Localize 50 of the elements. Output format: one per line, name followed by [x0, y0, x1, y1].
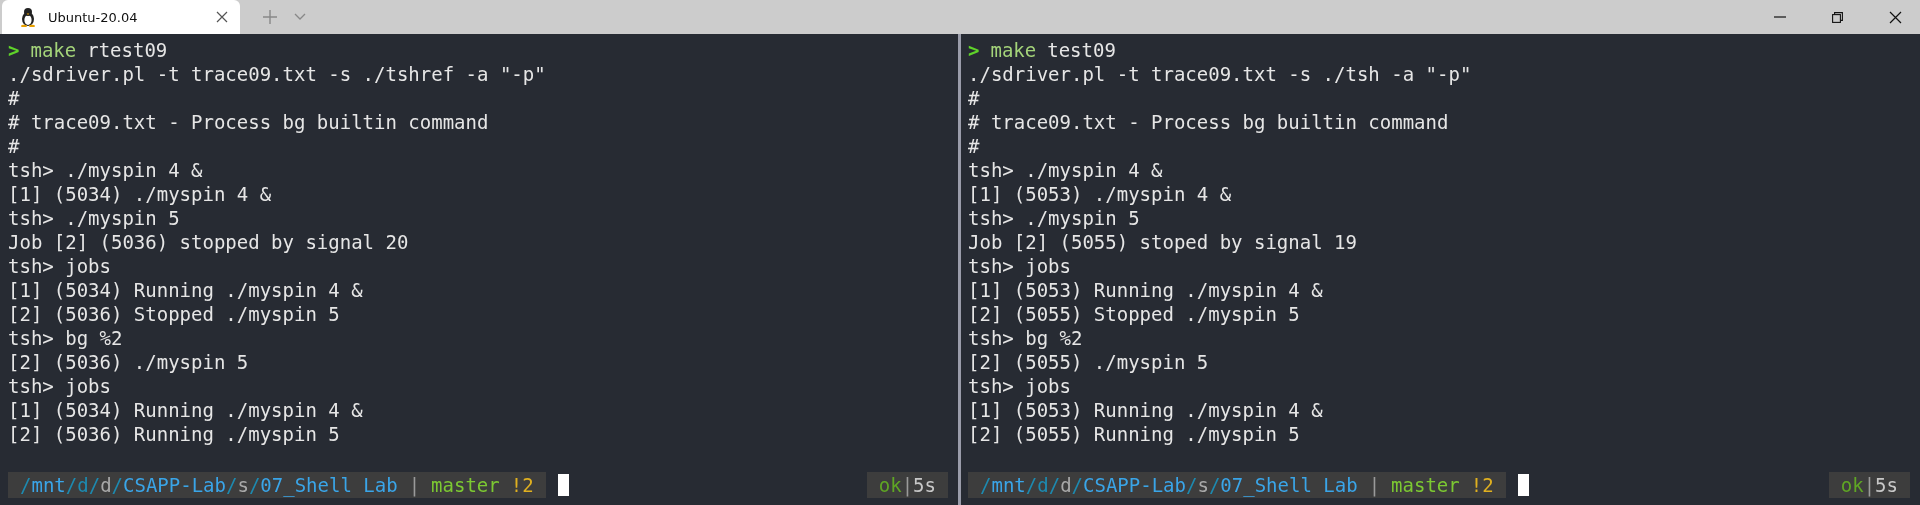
output-line: [2] (5055) Stopped ./myspin 5	[968, 302, 1300, 326]
output-line: ./sdriver.pl -t trace09.txt -s ./tsh -a "-p"	[968, 62, 1472, 86]
output-line: tsh> ./myspin 5	[8, 206, 180, 230]
output-line: [2] (5055) ./myspin 5	[968, 350, 1209, 374]
output-line: tsh> jobs	[8, 374, 111, 398]
output-line: tsh> ./myspin 4 &	[968, 158, 1163, 182]
prompt-status-segment: ok|5s	[1828, 472, 1910, 498]
close-icon[interactable]	[1889, 10, 1902, 24]
tab-title: Ubuntu-20.04	[48, 9, 139, 25]
prompt-status-segment: ok|5s	[866, 472, 948, 498]
prompt-arrow: >	[8, 38, 20, 62]
command-name: make	[990, 38, 1037, 62]
terminal-tab[interactable]: Ubuntu-20.04	[2, 0, 240, 34]
restore-icon[interactable]	[1832, 11, 1843, 23]
output-line: tsh> jobs	[8, 254, 111, 278]
output-line: tsh> ./myspin 5	[968, 206, 1140, 230]
command-name: make	[30, 38, 77, 62]
output-line: [1] (5034) Running ./myspin 4 &	[8, 278, 363, 302]
output-line: #	[968, 134, 980, 158]
output-line: [1] (5034) ./myspin 4 &	[8, 182, 272, 206]
output-line: [1] (5034) Running ./myspin 4 &	[8, 398, 363, 422]
output-line: ./sdriver.pl -t trace09.txt -s ./tshref -a "-p"	[8, 62, 546, 86]
penguin-icon	[20, 7, 36, 27]
prompt-path-segment: /mnt/d/d/CSAPP-Lab/s/07_Shell Lab | master !2	[8, 472, 546, 498]
output-line: [1] (5053) ./myspin 4 &	[968, 182, 1232, 206]
output-line: #	[968, 86, 980, 110]
output-line: #	[8, 86, 20, 110]
output-line: #	[8, 134, 20, 158]
output-line: # trace09.txt - Process bg builtin command	[8, 110, 489, 134]
output-line: Job [2] (5036) stopped by signal 20	[8, 230, 409, 254]
close-icon[interactable]	[216, 11, 228, 23]
output-line: tsh> ./myspin 4 &	[8, 158, 203, 182]
output-line: [2] (5036) Stopped ./myspin 5	[8, 302, 340, 326]
command-args: rtest09	[87, 38, 168, 62]
output-line: [2] (5036) ./myspin 5	[8, 350, 249, 374]
output-line: [1] (5053) Running ./myspin 4 &	[968, 398, 1323, 422]
output-line: tsh> jobs	[968, 254, 1071, 278]
prompt-path-segment: /mnt/d/d/CSAPP-Lab/s/07_Shell Lab | master !2	[968, 472, 1506, 498]
output-line: [2] (5055) Running ./myspin 5	[968, 422, 1300, 446]
output-line: tsh> bg %2	[968, 326, 1083, 350]
output-line: tsh> bg %2	[8, 326, 123, 350]
output-line: tsh> jobs	[968, 374, 1071, 398]
command-args: test09	[1047, 38, 1116, 62]
text-cursor	[557, 474, 569, 496]
output-line: [2] (5036) Running ./myspin 5	[8, 422, 340, 446]
prompt-arrow: >	[968, 38, 980, 62]
output-line: # trace09.txt - Process bg builtin command	[968, 110, 1449, 134]
output-line: Job [2] (5055) stoped by signal 19	[968, 230, 1357, 254]
text-cursor	[1517, 474, 1529, 496]
output-line: [1] (5053) Running ./myspin 4 &	[968, 278, 1323, 302]
